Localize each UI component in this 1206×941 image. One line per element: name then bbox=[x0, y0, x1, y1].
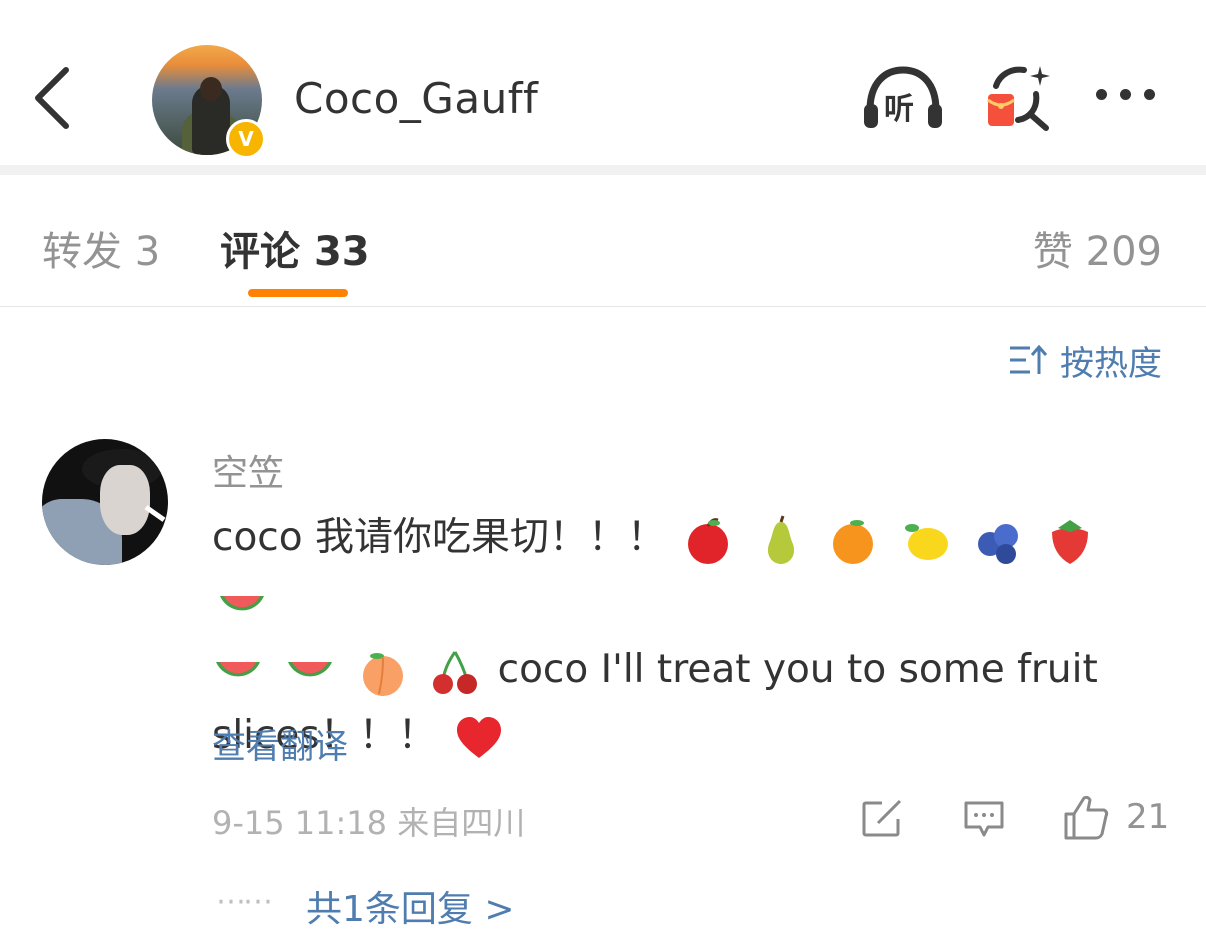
tab-reposts-count: 3 bbox=[134, 229, 161, 275]
verified-badge: V bbox=[226, 119, 266, 159]
listen-button[interactable]: 听 bbox=[862, 66, 944, 130]
orange-emoji bbox=[833, 519, 874, 564]
reply-comment-button[interactable] bbox=[962, 799, 1006, 839]
comment-meta: 9-15 11:18 来自四川 bbox=[212, 804, 526, 842]
reply-separator: ⋯⋯ bbox=[216, 884, 273, 919]
commenter-avatar[interactable] bbox=[42, 439, 168, 565]
sort-by-hot-button[interactable]: 按热度 bbox=[1008, 340, 1162, 384]
more-options-button[interactable] bbox=[1096, 85, 1166, 111]
chevron-left-icon bbox=[35, 67, 69, 129]
more-dot bbox=[1144, 89, 1155, 100]
translate-link[interactable]: 查看翻译 bbox=[212, 719, 348, 768]
watermelon-emoji bbox=[220, 595, 264, 610]
red-heart-emoji bbox=[457, 716, 502, 758]
commenter-name[interactable]: 空笠 bbox=[212, 444, 284, 496]
profile-username[interactable]: Coco_Gauff bbox=[294, 74, 538, 123]
more-dot bbox=[1120, 89, 1131, 100]
red-packet-search-button[interactable] bbox=[986, 64, 1052, 132]
share-icon bbox=[862, 799, 902, 837]
tab-comments-count: 33 bbox=[313, 229, 370, 275]
red-packet-search-icon bbox=[987, 66, 1050, 131]
sort-label: 按热度 bbox=[1060, 343, 1162, 384]
cherries-emoji bbox=[433, 650, 478, 694]
tab-reposts-label: 转发 bbox=[42, 229, 122, 275]
tab-comments[interactable]: 评论 33 bbox=[220, 219, 370, 277]
top-bar: V Coco_Gauff 听 bbox=[0, 0, 1206, 165]
like-count: 21 bbox=[1126, 797, 1170, 837]
watermelon-emoji bbox=[216, 661, 260, 676]
more-dots-icon bbox=[1096, 89, 1107, 100]
apple-emoji bbox=[688, 517, 729, 564]
sort-icon bbox=[1010, 344, 1048, 374]
tabs-divider bbox=[0, 306, 1206, 307]
view-replies-link[interactable]: 共1条回复 > bbox=[306, 880, 515, 932]
tab-reposts[interactable]: 转发 3 bbox=[42, 219, 160, 277]
comment-icon bbox=[964, 801, 1004, 837]
repost-comment-button[interactable] bbox=[860, 799, 904, 839]
tab-likes[interactable]: 赞 209 bbox=[1033, 219, 1162, 277]
comment-text-chinese: coco 我请你吃果切！！！ bbox=[212, 515, 667, 560]
comment-text: coco 我请你吃果切！！！ coco I'll treat you to so… bbox=[212, 505, 1162, 769]
pear-emoji bbox=[767, 515, 794, 564]
tab-likes-count: 209 bbox=[1085, 229, 1162, 275]
active-tab-indicator bbox=[248, 289, 348, 297]
back-button[interactable] bbox=[28, 62, 80, 134]
watermelon-emoji bbox=[288, 661, 333, 676]
listen-label: 听 bbox=[884, 92, 914, 127]
thumbs-up-icon bbox=[1064, 795, 1109, 840]
post-tabs: 转发 3 评论 33 赞 209 bbox=[0, 175, 1206, 306]
like-comment-button[interactable]: 21 bbox=[1062, 793, 1169, 841]
strawberry-emoji bbox=[1052, 519, 1089, 564]
header-divider bbox=[0, 165, 1206, 175]
profile-avatar[interactable]: V bbox=[152, 45, 266, 159]
tab-comments-label: 评论 bbox=[220, 229, 300, 275]
tab-likes-label: 赞 bbox=[1032, 229, 1073, 275]
blueberries-emoji bbox=[978, 523, 1019, 564]
lemon-emoji bbox=[904, 523, 948, 560]
peach-emoji bbox=[362, 652, 403, 696]
